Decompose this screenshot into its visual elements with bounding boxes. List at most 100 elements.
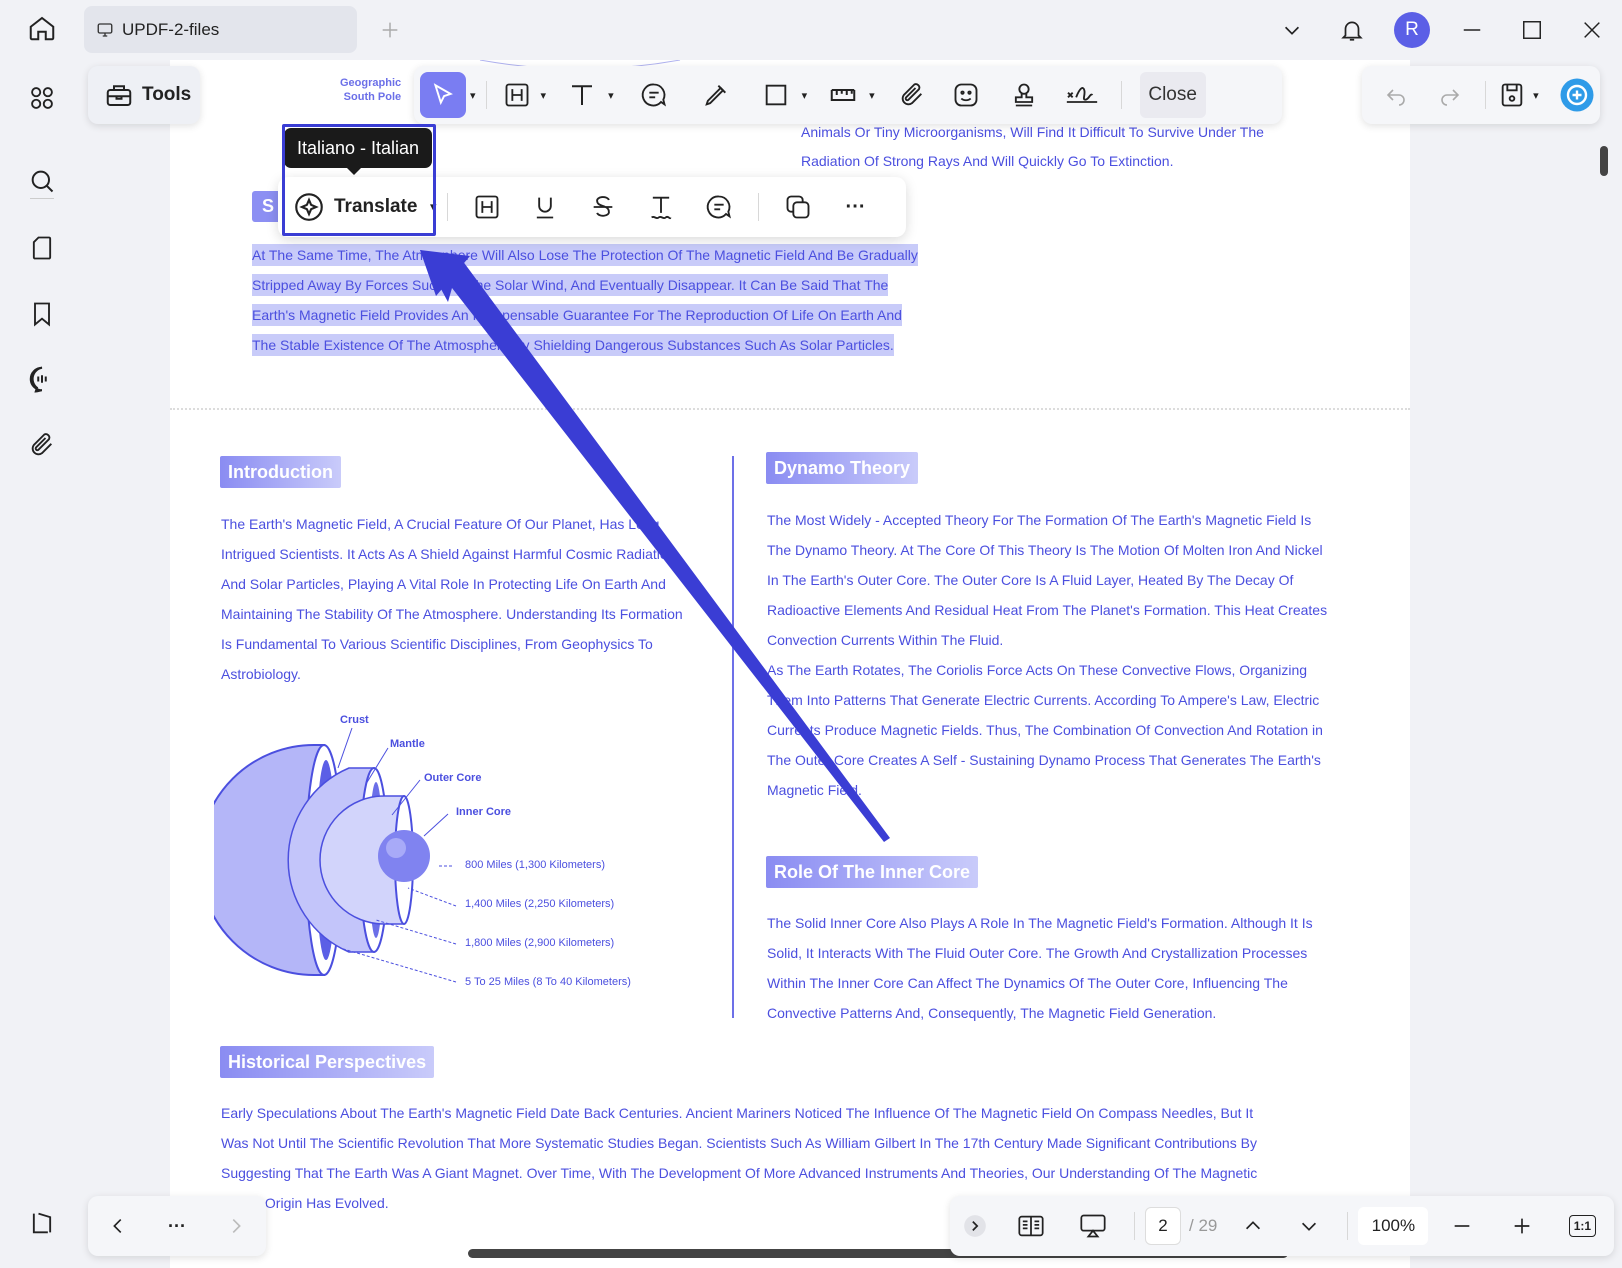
chevron-down-icon[interactable]: ▾ (869, 89, 875, 102)
text-line: Magnetic Field. (767, 782, 862, 798)
layers-icon[interactable] (22, 1203, 62, 1243)
selected-text-line[interactable]: Earth's Magnetic Field Provides An Indis… (252, 304, 902, 326)
tab-title: UPDF-2-files (122, 19, 220, 39)
page-total: / 29 (1189, 1216, 1218, 1235)
maximize-icon[interactable] (1502, 0, 1562, 60)
presentation-icon[interactable] (1062, 1203, 1124, 1249)
selected-text-line[interactable]: At The Same Time, The Atmosphere Will Al… (252, 244, 918, 266)
left-sidebar (0, 60, 84, 1268)
sticker-icon[interactable] (937, 72, 995, 118)
next-page-icon[interactable] (1281, 1203, 1337, 1249)
collapse-icon[interactable] (960, 1203, 990, 1249)
text-line: Convective Patterns And, Consequently, T… (767, 1005, 1217, 1021)
comment-icon[interactable] (628, 72, 680, 118)
text-line: And Solar Particles, Playing A Vital Rol… (221, 576, 666, 592)
text-tool-icon[interactable] (560, 72, 604, 118)
grid-icon[interactable] (22, 78, 62, 118)
dynamo-heading: Dynamo Theory (766, 452, 919, 484)
text-line: Intrigued Scientists. It Acts As A Shiel… (221, 546, 676, 562)
page-layout-icon[interactable] (1000, 1203, 1062, 1249)
monitor-icon (96, 21, 114, 39)
inner-core-heading: Role Of The Inner Core (766, 856, 979, 888)
diagram-label: Inner Core (456, 806, 512, 818)
vertical-scrollbar[interactable] (1600, 146, 1608, 176)
comment-icon[interactable] (690, 184, 748, 230)
bookmark-icon[interactable] (22, 294, 62, 334)
minimize-icon[interactable] (1442, 0, 1502, 60)
actual-size-label: 1:1 (1568, 1215, 1597, 1237)
text-line: Within The Inner Core Can Affect The Dyn… (767, 975, 1288, 991)
copy-icon[interactable] (769, 184, 827, 230)
history-more-button[interactable]: ··· (168, 1203, 186, 1249)
more-options-button[interactable]: ··· (827, 184, 885, 230)
toolbox-icon (104, 80, 134, 110)
diagram-value: 1,800 Miles (2,900 Kilometers) (465, 937, 615, 949)
previous-page-icon[interactable] (1225, 1203, 1281, 1249)
highlight-box (282, 124, 436, 236)
squiggly-text-icon[interactable] (632, 184, 690, 230)
save-icon[interactable] (1496, 72, 1530, 118)
selected-text-line[interactable]: The Stable Existence Of The Atmosphere B… (252, 334, 894, 356)
page-number-input[interactable]: 2 (1145, 1207, 1181, 1245)
signature-icon[interactable] (1053, 72, 1111, 118)
chevron-down-icon[interactable]: ▾ (1533, 89, 1539, 102)
close-icon[interactable] (1562, 0, 1622, 60)
highlight-icon[interactable] (458, 184, 516, 230)
actual-size-button[interactable]: 1:1 (1552, 1203, 1612, 1249)
chevron-down-icon[interactable] (1262, 0, 1322, 60)
text-line: Was Not Until The Scientific Revolution … (221, 1135, 1257, 1151)
selected-text-line[interactable]: Stripped Away By Forces Such As The Sola… (252, 274, 889, 296)
attachment-icon[interactable] (22, 425, 62, 465)
text-line: The Most Widely - Accepted Theory For Th… (767, 512, 1312, 528)
attachment-icon[interactable] (887, 72, 937, 118)
right-toolbar: ▾ (1362, 66, 1600, 124)
measure-icon[interactable] (821, 72, 865, 118)
strikethrough-icon[interactable] (574, 184, 632, 230)
page-break (170, 408, 1410, 410)
chevron-down-icon[interactable]: ▾ (802, 89, 808, 102)
text-line: The Dynamo Theory. At The Core Of This T… (767, 542, 1323, 558)
stamp-icon[interactable] (995, 72, 1053, 118)
highlight-icon[interactable] (497, 72, 537, 118)
toolbar-divider (1134, 1212, 1135, 1240)
toolbar-divider (757, 193, 759, 221)
undo-icon[interactable] (1366, 72, 1425, 118)
rectangle-icon[interactable] (754, 72, 798, 118)
home-icon[interactable] (22, 8, 62, 48)
text-line: Animals Or Tiny Microorganisms, Will Fin… (801, 124, 1264, 140)
diagram-label: Mantle (390, 738, 425, 750)
text-line: Them Into Patterns That Generate Electri… (767, 692, 1320, 708)
history-nav: ··· (88, 1196, 266, 1256)
bell-icon[interactable] (1322, 0, 1382, 60)
chevron-down-icon[interactable]: ▾ (470, 89, 476, 102)
zoom-level[interactable]: 100% (1358, 1207, 1429, 1245)
tools-button[interactable]: Tools (88, 66, 200, 124)
new-tab-plus-icon[interactable] (376, 16, 404, 44)
search-icon[interactable] (22, 161, 62, 201)
back-icon[interactable] (107, 1203, 129, 1249)
pen-icon[interactable] (690, 72, 742, 118)
text-line: Convection Currents Within The Fluid. (767, 632, 1004, 648)
chat-ai-icon[interactable] (22, 359, 62, 399)
diagram-value: 1,400 Miles (2,250 Kilometers) (465, 898, 615, 910)
historical-heading: Historical Perspectives (220, 1046, 435, 1078)
select-cursor-icon[interactable] (420, 72, 466, 118)
underline-icon[interactable] (516, 184, 574, 230)
toolbar-divider (1120, 81, 1122, 109)
toolbar-divider (485, 81, 487, 109)
page-icon[interactable] (22, 228, 62, 268)
chevron-down-icon[interactable]: ▾ (608, 89, 614, 102)
zoom-in-icon[interactable] (1492, 1203, 1552, 1249)
avatar[interactable]: R (1394, 12, 1430, 48)
text-line: The Solid Inner Core Also Plays A Role I… (767, 915, 1313, 931)
chevron-down-icon[interactable]: ▾ (541, 89, 547, 102)
document-tab[interactable]: UPDF-2-files (84, 6, 357, 53)
close-button[interactable]: Close (1139, 72, 1206, 118)
zoom-out-icon[interactable] (1432, 1203, 1492, 1249)
ai-assistant-icon[interactable] (1555, 72, 1600, 118)
diagram-value: 5 To 25 Miles (8 To 40 Kilometers) (465, 976, 631, 988)
redo-icon[interactable] (1425, 72, 1474, 118)
forward-icon[interactable] (225, 1203, 247, 1249)
column-divider (732, 456, 734, 1018)
title-bar: UPDF-2-files R (0, 0, 1622, 60)
